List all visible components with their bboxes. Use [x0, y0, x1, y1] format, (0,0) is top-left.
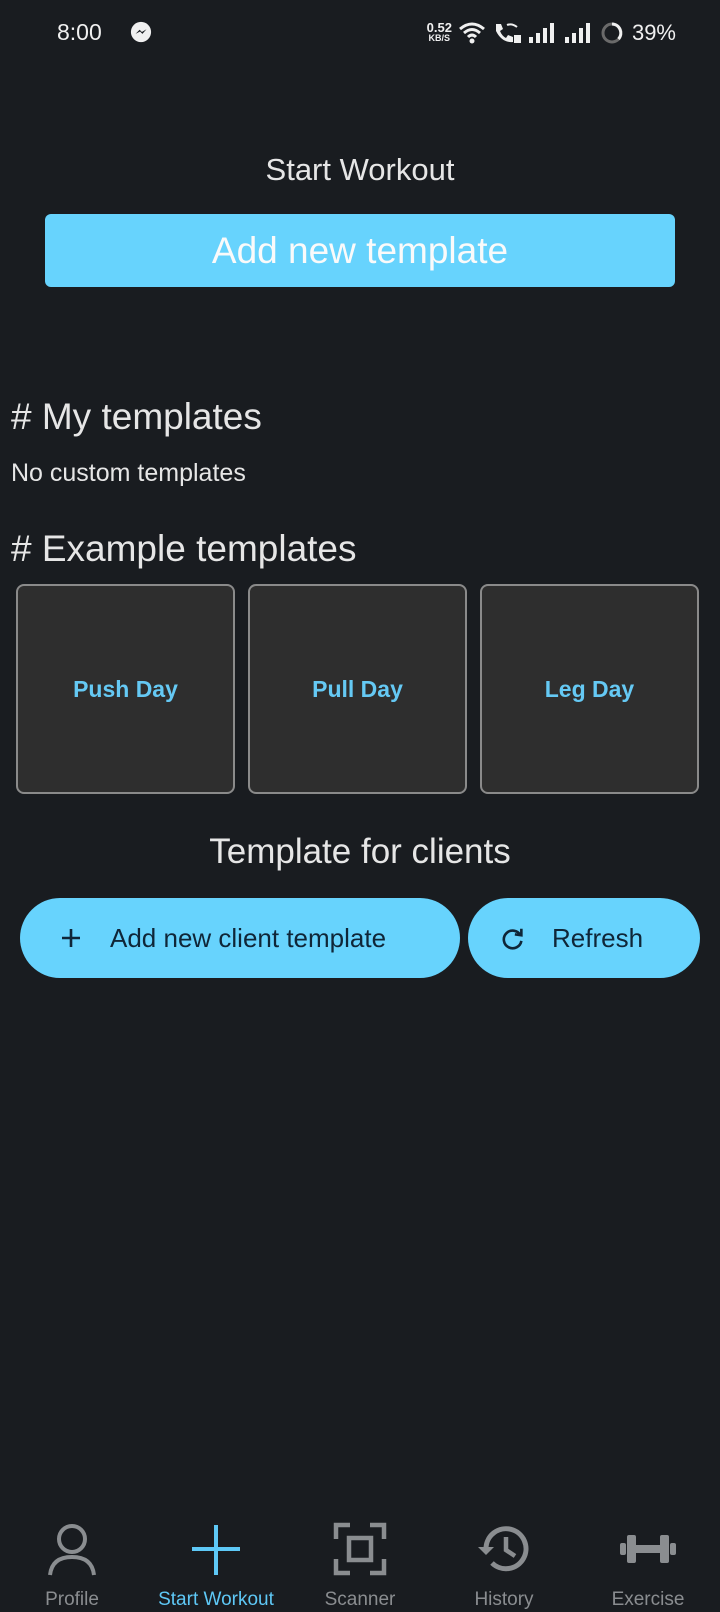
- page-title: Start Workout: [265, 152, 455, 187]
- history-icon: [478, 1526, 529, 1572]
- nav-label-start-workout: Start Workout: [158, 1589, 274, 1610]
- signal-icon: [564, 23, 590, 43]
- bottom-navigation: Profile Start Workout Scanner History Ex…: [0, 1515, 720, 1612]
- dumbbell-icon: [620, 1535, 676, 1563]
- app-screen: 8:00 0.52 KB/S 39% Start Workout Add new…: [0, 0, 720, 1612]
- net-speed-unit: KB/S: [428, 33, 451, 43]
- battery-percent: 39%: [631, 20, 676, 45]
- client-templates-heading: Template for clients: [209, 832, 511, 871]
- plus-icon: [192, 1525, 240, 1575]
- wifi-icon: [458, 22, 485, 44]
- example-templates-grid: Push Day Pull Day Leg Day: [16, 584, 700, 794]
- nav-label-history: History: [474, 1589, 534, 1610]
- nav-item-start-workout[interactable]: Start Workout: [144, 1515, 288, 1612]
- my-templates-heading: # My templates: [11, 396, 262, 437]
- refresh-icon: [500, 925, 526, 951]
- wifi-call-icon: [495, 23, 521, 43]
- status-icons: 0.52 KB/S 39%: [427, 18, 676, 48]
- template-card-pull-day[interactable]: Pull Day: [248, 584, 467, 794]
- add-client-template-label: Add new client template: [110, 922, 387, 953]
- profile-icon: [48, 1524, 96, 1576]
- nav-item-history[interactable]: History: [432, 1515, 576, 1612]
- template-card-leg-day[interactable]: Leg Day: [480, 584, 699, 794]
- nav-label-exercise: Exercise: [611, 1589, 685, 1610]
- plus-icon: [58, 925, 84, 951]
- nav-item-exercise[interactable]: Exercise: [576, 1515, 720, 1612]
- add-template-button[interactable]: Add new template: [45, 214, 675, 287]
- refresh-button[interactable]: Refresh: [468, 898, 700, 978]
- refresh-label: Refresh: [552, 922, 644, 953]
- signal-icon: [528, 23, 554, 43]
- template-card-push-day[interactable]: Push Day: [16, 584, 235, 794]
- example-templates-heading: # Example templates: [11, 528, 357, 569]
- status-time: 8:00: [57, 19, 102, 45]
- net-speed-value: 0.52: [426, 20, 452, 35]
- messenger-icon: [130, 21, 152, 43]
- no-templates-text: No custom templates: [11, 459, 246, 487]
- nav-item-scanner[interactable]: Scanner: [288, 1515, 432, 1612]
- status-bar: 8:00 0.52 KB/S 39%: [0, 0, 720, 66]
- nav-item-profile[interactable]: Profile: [0, 1515, 144, 1612]
- nav-label-profile: Profile: [45, 1589, 99, 1610]
- network-speed: 0.52 KB/S: [426, 20, 452, 43]
- battery-icon: [601, 22, 623, 44]
- scanner-icon: [333, 1522, 387, 1576]
- nav-label-scanner: Scanner: [324, 1589, 396, 1610]
- add-client-template-button[interactable]: Add new client template: [20, 898, 460, 978]
